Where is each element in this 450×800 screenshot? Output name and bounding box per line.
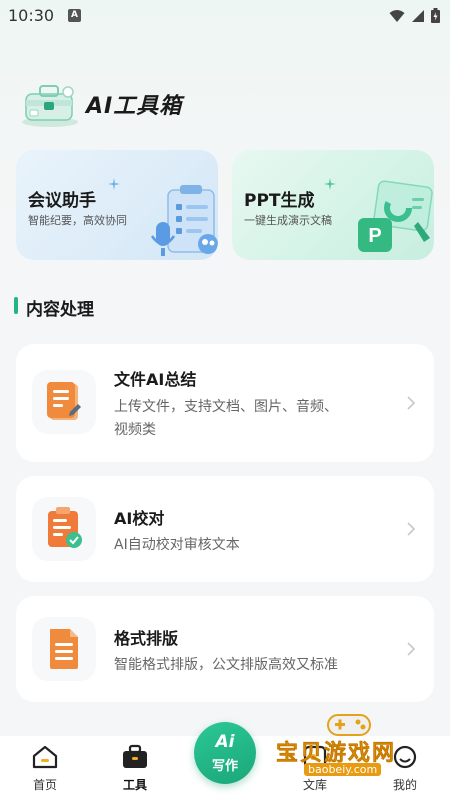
nav-label-tools: 工具 (122, 778, 147, 792)
item-description-line-2: 视频类 (114, 422, 156, 438)
watermark: 宝贝游戏网 baobeiy.com (270, 705, 430, 785)
item-icon-container (32, 370, 96, 434)
toolbox-icon (123, 744, 147, 768)
item-title: AI校对 (114, 509, 165, 528)
meeting-assistant-card[interactable]: 会议助手 智能纪要，高效协同 (16, 150, 218, 260)
card-subtitle: 智能纪要，高效协同 (28, 214, 127, 227)
item-icon-container (32, 497, 96, 561)
wifi-icon (389, 9, 405, 22)
item-description: AI自动校对审核文本 (114, 537, 240, 553)
file-ai-summary-item[interactable]: 文件AI总结 上传文件，支持文档、图片、音频、 视频类 (16, 344, 434, 462)
sparkle-icon (108, 178, 120, 190)
status-bar: 10:30 A (0, 0, 450, 32)
meeting-clipboard-microphone-icon (150, 185, 218, 256)
card-title: 会议助手 (28, 191, 96, 211)
chevron-right-icon (407, 396, 416, 410)
section-title: 内容处理 (26, 300, 94, 320)
home-icon (32, 745, 58, 769)
chevron-right-icon (407, 522, 416, 536)
card-title: PPT生成 (244, 191, 315, 211)
notification-icon: A (68, 9, 81, 22)
format-layout-item[interactable]: 格式排版 智能格式排版，公文排版高效又标准 (16, 596, 434, 702)
status-time: 10:30 (8, 6, 55, 25)
signal-icon (412, 9, 424, 22)
nav-item-home[interactable]: 首页 (15, 736, 75, 800)
ppt-generate-card[interactable]: PPT生成 一键生成演示文稿 P (232, 150, 434, 260)
watermark-url: baobeiy.com (304, 763, 382, 776)
sparkle-icon (324, 178, 336, 190)
fab-write-label: 写作 (211, 759, 238, 774)
ai-proofread-item[interactable]: AI校对 AI自动校对审核文本 (16, 476, 434, 582)
fab-ai-label: Ai (215, 732, 235, 752)
write-fab-button[interactable]: Ai 写作 (194, 722, 256, 784)
document-summary-icon (47, 382, 81, 420)
page-title: AI工具箱 (86, 94, 183, 119)
nav-label-home: 首页 (32, 778, 57, 792)
ppt-presentation-icon: P (358, 180, 433, 252)
item-title: 文件AI总结 (114, 370, 197, 389)
svg-text:P: P (368, 225, 381, 247)
item-icon-container (32, 617, 96, 681)
card-subtitle: 一键生成演示文稿 (244, 214, 332, 227)
app-header: AI工具箱 (20, 78, 320, 128)
clipboard-check-icon (48, 507, 82, 548)
status-indicators (389, 8, 440, 23)
section-accent-bar (14, 297, 18, 314)
battery-icon (431, 8, 440, 23)
chevron-right-icon (407, 642, 416, 656)
document-format-icon (50, 629, 78, 669)
toolbox-logo-icon (22, 85, 78, 127)
item-description: 上传文件，支持文档、图片、音频、 (114, 399, 338, 415)
item-description: 智能格式排版，公文排版高效又标准 (114, 657, 338, 673)
item-title: 格式排版 (114, 629, 179, 648)
nav-item-tools[interactable]: 工具 (105, 736, 165, 800)
